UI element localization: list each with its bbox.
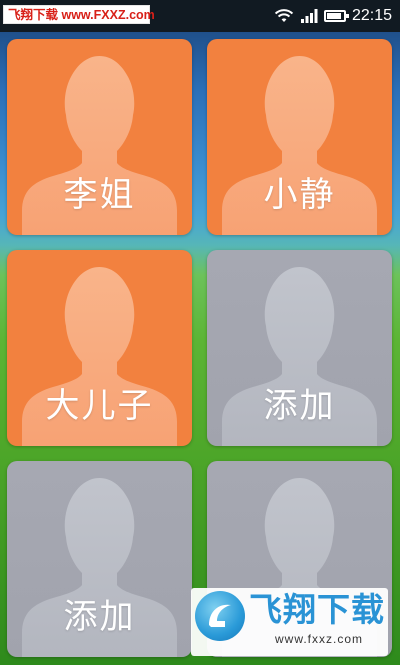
watermark-url: www.fxxz.com <box>275 632 364 646</box>
contact-name: 李姐 <box>63 175 136 215</box>
contact-name: 小静 <box>263 175 336 215</box>
add-contact-label: 添加 <box>263 386 336 426</box>
add-contact-tile-1[interactable]: 添加 <box>207 250 392 446</box>
wifi-icon <box>274 9 294 22</box>
watermark-title: 飞翔下载 <box>249 590 385 629</box>
contact-tile-1[interactable]: 李姐 <box>7 39 192 235</box>
battery-level <box>326 13 341 19</box>
signal-icon <box>300 9 318 23</box>
status-time: 22:15 <box>351 7 392 24</box>
watermark-bottom: 飞翔下载 www.fxxz.com <box>191 588 388 656</box>
battery-icon <box>323 10 349 22</box>
contact-tile-3[interactable]: 大儿子 <box>7 250 192 446</box>
add-contact-tile-2[interactable]: 添加 <box>7 461 192 657</box>
contact-name: 大儿子 <box>45 386 154 426</box>
status-bar: 飞翔下载 www.FXXZ.com 22:15 <box>0 0 400 32</box>
fxxz-logo-icon <box>195 591 245 641</box>
contact-tile-2[interactable]: 小静 <box>207 39 392 235</box>
add-contact-label: 添加 <box>63 597 136 637</box>
watermark-top: 飞翔下载 www.FXXZ.com <box>3 5 155 24</box>
status-icons: 22:15 <box>274 6 392 26</box>
